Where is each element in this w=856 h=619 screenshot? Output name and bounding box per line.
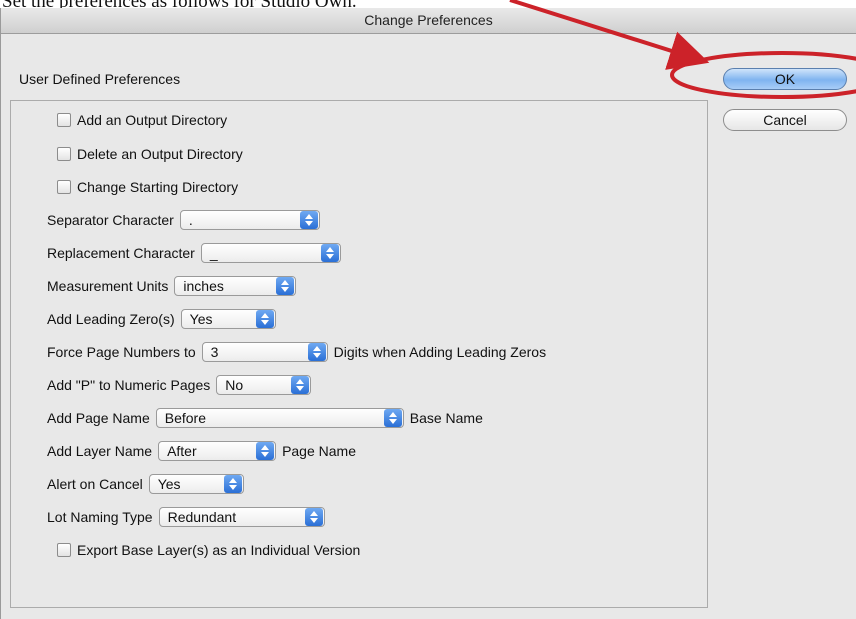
select-arrows-icon: [223, 475, 242, 493]
select-arrows-icon: [299, 211, 318, 229]
cancel-button[interactable]: Cancel: [723, 109, 847, 131]
replacement-character-value: _: [209, 245, 218, 261]
separator-character-label: Separator Character: [47, 212, 174, 228]
add-output-directory-label: Add an Output Directory: [77, 112, 228, 128]
add-page-name-row: Add Page Name Before Base Name: [47, 406, 483, 430]
leading-zeros-value: Yes: [189, 311, 213, 327]
ok-button[interactable]: OK: [723, 68, 847, 90]
alert-on-cancel-row: Alert on Cancel Yes: [47, 472, 244, 496]
separator-character-value: .: [188, 212, 193, 228]
title-bar[interactable]: Change Preferences: [1, 8, 856, 34]
add-layer-name-suffix: Page Name: [282, 443, 356, 459]
separator-character-row: Separator Character .: [47, 208, 320, 232]
change-starting-directory-row[interactable]: Change Starting Directory: [47, 175, 238, 199]
alert-on-cancel-label: Alert on Cancel: [47, 476, 143, 492]
select-arrows-icon: [255, 310, 274, 328]
delete-output-directory-checkbox[interactable]: [57, 147, 71, 161]
export-base-layer-checkbox[interactable]: [57, 543, 71, 557]
select-arrows-icon: [383, 409, 402, 427]
add-page-name-select[interactable]: Before: [155, 408, 404, 428]
window-title: Change Preferences: [364, 12, 493, 28]
force-page-numbers-label: Force Page Numbers to: [47, 344, 196, 360]
measurement-units-value: inches: [183, 278, 224, 294]
leading-zeros-row: Add Leading Zero(s) Yes: [47, 307, 276, 331]
select-arrows-icon: [291, 376, 310, 394]
leading-zeros-select[interactable]: Yes: [180, 309, 276, 329]
add-output-directory-checkbox[interactable]: [57, 113, 71, 127]
select-arrows-icon: [276, 277, 295, 295]
select-arrows-icon: [320, 244, 339, 262]
separator-character-select[interactable]: .: [179, 210, 320, 230]
export-base-layer-row[interactable]: Export Base Layer(s) as an Individual Ve…: [47, 538, 360, 562]
alert-on-cancel-value: Yes: [157, 476, 181, 492]
select-arrows-icon: [307, 343, 326, 361]
alert-on-cancel-select[interactable]: Yes: [148, 474, 244, 494]
section-title: User Defined Preferences: [19, 71, 181, 87]
add-page-name-label: Add Page Name: [47, 410, 150, 426]
select-arrows-icon: [304, 508, 323, 526]
lot-naming-type-row: Lot Naming Type Redundant: [47, 505, 325, 529]
force-page-numbers-suffix: Digits when Adding Leading Zeros: [333, 344, 547, 360]
add-page-name-value: Before: [164, 410, 206, 426]
lot-naming-type-label: Lot Naming Type: [47, 509, 153, 525]
add-page-name-suffix: Base Name: [409, 410, 483, 426]
force-page-numbers-value: 3: [210, 344, 219, 360]
add-layer-name-label: Add Layer Name: [47, 443, 153, 459]
leading-zeros-label: Add Leading Zero(s): [47, 311, 175, 327]
add-p-select[interactable]: No: [216, 375, 312, 395]
force-page-numbers-select[interactable]: 3: [201, 342, 328, 362]
export-base-layer-label: Export Base Layer(s) as an Individual Ve…: [77, 542, 361, 558]
measurement-units-row: Measurement Units inches: [47, 274, 297, 298]
add-output-directory-row[interactable]: Add an Output Directory: [47, 108, 227, 132]
select-arrows-icon: [256, 442, 275, 460]
delete-output-directory-row[interactable]: Delete an Output Directory: [47, 142, 243, 166]
replacement-character-label: Replacement Character: [47, 245, 195, 261]
add-layer-name-row: Add Layer Name After Page Name: [47, 439, 356, 463]
add-layer-name-select[interactable]: After: [158, 441, 277, 461]
measurement-units-label: Measurement Units: [47, 278, 169, 294]
change-starting-directory-checkbox[interactable]: [57, 180, 71, 194]
replacement-character-row: Replacement Character _: [47, 241, 341, 265]
change-starting-directory-label: Change Starting Directory: [77, 179, 239, 195]
lot-naming-type-select[interactable]: Redundant: [158, 507, 325, 527]
add-layer-name-value: After: [167, 443, 197, 459]
force-page-numbers-row: Force Page Numbers to 3 Digits when Addi…: [47, 340, 546, 364]
add-p-row: Add "P" to Numeric Pages No: [47, 373, 312, 397]
measurement-units-select[interactable]: inches: [174, 276, 297, 296]
replacement-character-select[interactable]: _: [200, 243, 341, 263]
change-preferences-dialog: Change Preferences User Defined Preferen…: [0, 8, 856, 619]
lot-naming-type-value: Redundant: [167, 509, 237, 525]
add-p-value: No: [225, 377, 244, 393]
add-p-label: Add "P" to Numeric Pages: [47, 377, 211, 393]
delete-output-directory-label: Delete an Output Directory: [77, 146, 243, 162]
